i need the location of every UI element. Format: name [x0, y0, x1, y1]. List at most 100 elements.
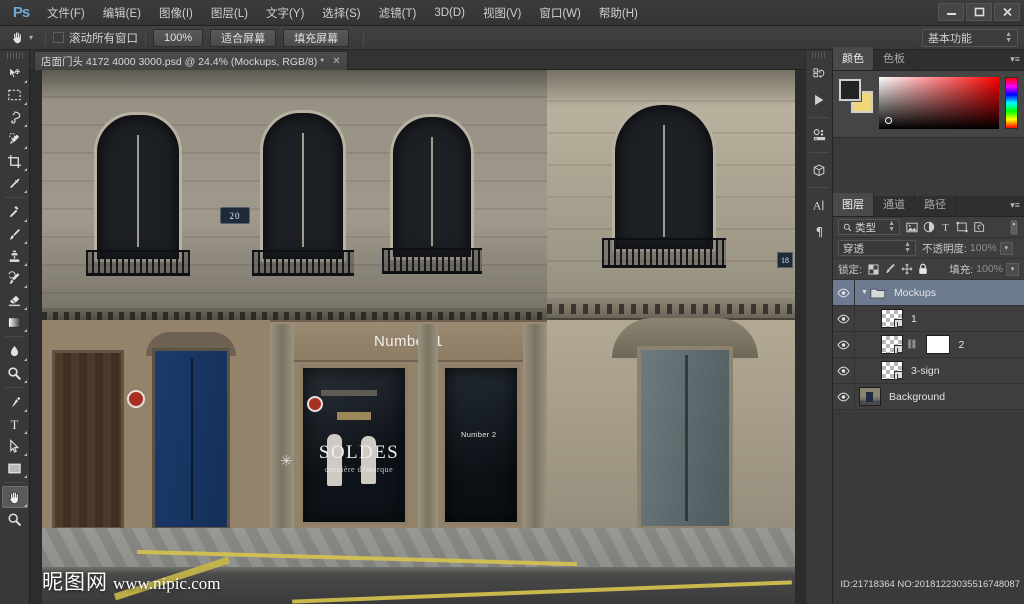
mask-link-icon[interactable]: ⛓ [906, 339, 917, 350]
tab-paths[interactable]: 路径 [915, 193, 956, 216]
lock-all-icon[interactable] [918, 263, 928, 275]
layer-thumbnail[interactable] [881, 361, 903, 380]
crop-tool[interactable] [2, 150, 28, 172]
dock-grip[interactable] [812, 52, 826, 58]
hand-tool[interactable] [1, 486, 28, 508]
fit-screen-button[interactable]: 适合屏幕 [210, 28, 277, 47]
filter-toggle-icon[interactable] [1009, 219, 1019, 235]
pixel-filter-icon[interactable] [906, 222, 918, 233]
type-tool[interactable]: T [2, 413, 28, 435]
tab-swatches[interactable]: 色板 [874, 47, 915, 70]
menu-file[interactable]: 文件(F) [38, 1, 94, 25]
menu-type[interactable]: 文字(Y) [257, 1, 313, 25]
menu-window[interactable]: 窗口(W) [530, 1, 590, 25]
fill-value[interactable]: 100% [976, 263, 1003, 275]
soldes-sub: dernière démarque [324, 465, 394, 474]
menu-layer[interactable]: 图层(L) [202, 1, 257, 25]
zoom-tool[interactable] [2, 508, 28, 530]
layer-row-3-sign[interactable]: 3-sign [833, 358, 1024, 384]
foreground-color-swatch[interactable] [838, 78, 862, 102]
eyedropper-tool[interactable] [2, 172, 28, 194]
shape-filter-icon[interactable] [956, 221, 968, 233]
move-tool[interactable] [2, 62, 28, 84]
balcony-center [252, 250, 354, 276]
pen-tool[interactable] [2, 391, 28, 413]
document-tab[interactable]: 店面门头 4172 4000 3000.psd @ 24.4% (Mockups… [34, 51, 348, 70]
minimize-button[interactable] [938, 3, 964, 21]
paragraph-panel-icon[interactable]: ¶ [806, 218, 832, 244]
canvas-area[interactable]: 20 18 Number 1 ✳ SOLDES dernière démarqu… [30, 70, 805, 604]
dodge-tool[interactable] [2, 362, 28, 384]
menu-image[interactable]: 图像(I) [150, 1, 202, 25]
toolbar-grip[interactable] [6, 52, 23, 59]
blur-tool[interactable] [2, 340, 28, 362]
quick-selection-tool[interactable] [2, 128, 28, 150]
gradient-tool[interactable] [2, 311, 28, 333]
opacity-value[interactable]: 100% [970, 242, 997, 254]
layer-row-background[interactable]: Background [833, 384, 1024, 410]
color-field[interactable] [879, 77, 999, 129]
history-panel-icon[interactable] [806, 61, 832, 87]
color-panel-menu-icon[interactable]: ▾≡ [1010, 54, 1020, 65]
group-expand-icon[interactable]: ▼ [861, 289, 868, 296]
3d-panel-icon[interactable] [806, 157, 832, 183]
type-filter-icon[interactable]: T [940, 221, 951, 233]
layer-thumbnail[interactable] [881, 309, 903, 328]
opacity-slider-button[interactable]: ▾ [999, 241, 1013, 255]
lock-position-icon[interactable] [901, 263, 913, 275]
menu-select[interactable]: 选择(S) [313, 1, 369, 25]
close-button[interactable] [994, 3, 1020, 21]
brush-tool[interactable] [2, 223, 28, 245]
properties-panel-icon[interactable] [806, 122, 832, 148]
maximize-button[interactable] [966, 3, 992, 21]
smart-object-filter-icon[interactable] [973, 221, 985, 233]
layer-thumbnail[interactable] [881, 335, 903, 354]
fill-slider-button[interactable]: ▾ [1006, 262, 1019, 276]
tab-layers[interactable]: 图层 [833, 193, 874, 216]
healing-brush-tool[interactable] [2, 201, 28, 223]
tab-color[interactable]: 颜色 [833, 47, 874, 70]
layers-panel-menu-icon[interactable]: ▾≡ [1010, 200, 1020, 211]
path-selection-tool[interactable] [2, 435, 28, 457]
scroll-all-windows-checkbox[interactable] [53, 32, 65, 43]
svg-text:¶: ¶ [815, 225, 823, 239]
layer-filter-type[interactable]: 类型 ▲ ▼ [838, 219, 900, 235]
tool-preset-caret-icon[interactable]: ▾ [29, 33, 33, 42]
close-icon[interactable]: ✕ [332, 56, 340, 67]
workspace-selector[interactable]: 基本功能 ▲ ▼ [922, 29, 1018, 47]
lock-transparent-icon[interactable] [868, 263, 879, 275]
layer-visibility-toggle[interactable] [833, 358, 855, 383]
menu-3d[interactable]: 3D(D) [425, 3, 474, 23]
tool-flyout-triangle-icon [23, 431, 27, 434]
layer-row-2[interactable]: ⛓ 2 [833, 332, 1024, 358]
clone-stamp-tool[interactable] [2, 245, 28, 267]
wooden-door [52, 350, 124, 530]
menu-filter[interactable]: 滤镜(T) [370, 1, 426, 25]
zoom-100-button[interactable]: 100% [153, 28, 204, 47]
marquee-tool[interactable] [2, 84, 28, 106]
layer-visibility-toggle[interactable] [833, 306, 855, 331]
layer-visibility-toggle[interactable] [833, 384, 855, 409]
lasso-tool[interactable] [2, 106, 28, 128]
fill-screen-button[interactable]: 填充屏幕 [283, 28, 350, 47]
adjustment-filter-icon[interactable] [923, 221, 935, 233]
menu-help[interactable]: 帮助(H) [590, 1, 647, 25]
blend-mode-select[interactable]: 穿透 ▲ ▼ [838, 240, 916, 256]
tab-channels[interactable]: 通道 [874, 193, 915, 216]
actions-panel-icon[interactable] [806, 87, 832, 113]
eraser-tool[interactable] [2, 289, 28, 311]
lock-image-icon[interactable] [884, 263, 896, 275]
layer-mask-thumbnail[interactable] [926, 335, 951, 354]
hue-slider[interactable] [1005, 77, 1018, 129]
character-panel-icon[interactable]: A [806, 192, 832, 218]
rectangle-tool[interactable] [2, 457, 28, 479]
history-brush-tool[interactable] [2, 267, 28, 289]
dock-divider-3 [809, 187, 829, 188]
layer-visibility-toggle[interactable] [833, 280, 855, 305]
menu-edit[interactable]: 编辑(E) [94, 1, 150, 25]
layer-row-mockups[interactable]: ▼ Mockups [833, 280, 1024, 306]
layer-visibility-toggle[interactable] [833, 332, 855, 357]
layer-thumbnail[interactable] [859, 387, 881, 406]
layer-row-1[interactable]: 1 [833, 306, 1024, 332]
menu-view[interactable]: 视图(V) [474, 1, 530, 25]
